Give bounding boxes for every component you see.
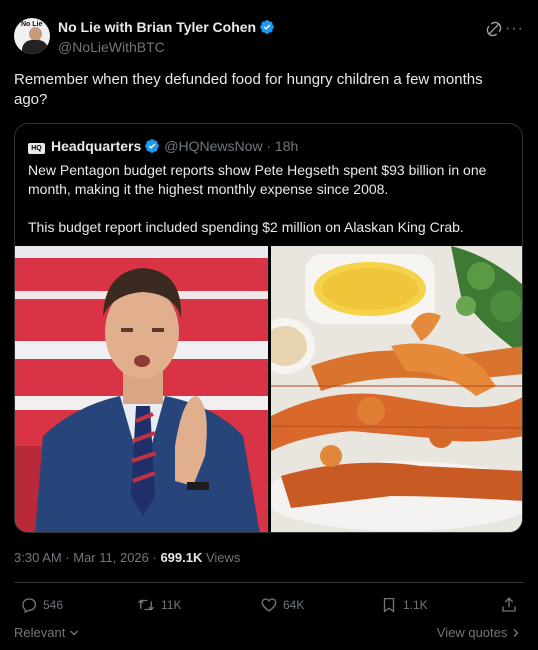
share-button[interactable]	[500, 594, 523, 616]
repost-count: 11K	[161, 598, 182, 612]
grok-icon[interactable]	[486, 21, 502, 37]
verified-badge-icon	[260, 20, 274, 34]
view-quotes-link[interactable]: View quotes	[437, 625, 521, 640]
post-meta: 3:30 AM · Mar 11, 2026 · 699.1K Views	[14, 550, 240, 565]
quoted-post[interactable]: HQ Headquarters @HQNewsNow · 18h New Penta…	[14, 123, 523, 533]
avatar[interactable]: No Lie	[14, 18, 50, 54]
quoted-media	[15, 246, 522, 532]
quoted-author-name[interactable]: Headquarters	[51, 138, 141, 154]
view-quotes-label: View quotes	[436, 625, 508, 640]
divider	[14, 582, 524, 583]
quoted-post-text: New Pentagon budget reports show Pete He…	[28, 161, 513, 256]
quoted-paragraph: New Pentagon budget reports show Pete He…	[28, 162, 487, 197]
action-bar: 546 11K 64K 1.1K	[14, 594, 524, 616]
post-text: Remember when they defunded food for hun…	[14, 71, 483, 108]
author-name-row[interactable]: No Lie with Brian Tyler Cohen	[58, 19, 275, 35]
more-icon[interactable]: ···	[505, 20, 524, 38]
photo-king-crab-platter[interactable]	[271, 246, 522, 532]
reply-button[interactable]: 546	[20, 594, 63, 616]
views-count: 699.1K	[160, 550, 203, 565]
bookmark-button[interactable]: 1.1K	[380, 594, 428, 616]
sort-replies-dropdown[interactable]: Relevant	[14, 625, 79, 640]
author-handle[interactable]: @NoLieWithBTC	[58, 39, 165, 55]
repost-icon	[138, 599, 154, 611]
reply-count: 546	[43, 598, 64, 612]
quoted-author-logo: HQ	[28, 143, 45, 154]
author-name[interactable]: No Lie with Brian Tyler Cohen	[58, 19, 256, 35]
verified-badge-icon	[145, 139, 160, 153]
like-button[interactable]: 64K	[260, 594, 304, 616]
quoted-paragraph: This budget report included spending $2 …	[28, 219, 464, 235]
share-icon	[502, 597, 516, 612]
like-count: 64K	[283, 598, 305, 612]
avatar-head	[29, 27, 42, 41]
views-label: Views	[202, 550, 241, 565]
bookmark-count: 1.1K	[403, 598, 428, 612]
bookmark-icon	[383, 597, 395, 613]
repost-button[interactable]: 11K	[136, 594, 181, 616]
reply-icon	[22, 598, 37, 614]
post-timestamp[interactable]: 3:30 AM · Mar 11, 2026 ·	[14, 550, 160, 565]
quoted-author-handle: @HQNewsNow · 18h	[164, 138, 299, 154]
avatar-body	[22, 40, 48, 54]
photo-man-speaking[interactable]	[15, 246, 268, 532]
post-header: No Lie No Lie with Brian Tyler Cohen @No…	[14, 18, 524, 58]
chevron-down-icon	[69, 630, 78, 636]
like-icon	[261, 598, 277, 612]
chevron-right-icon	[513, 629, 519, 637]
quoted-post-header: HQ Headquarters @HQNewsNow · 18h	[28, 138, 298, 156]
sort-label: Relevant	[14, 625, 66, 640]
